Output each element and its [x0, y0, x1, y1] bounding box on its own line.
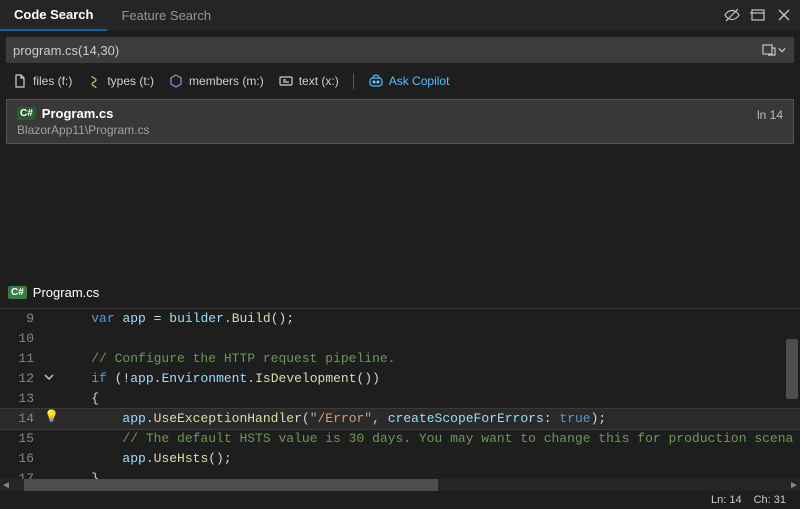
- code-text[interactable]: // The default HSTS value is 30 days. Yo…: [60, 429, 800, 449]
- code-line[interactable]: 12 if (!app.Environment.IsDevelopment()): [0, 369, 800, 389]
- line-number: 15: [0, 429, 44, 449]
- fold-gutter: [44, 389, 60, 409]
- filter-types[interactable]: types (t:): [86, 73, 154, 89]
- fold-gutter: [44, 449, 60, 469]
- result-line-label: ln 14: [757, 106, 783, 122]
- line-number: 12: [0, 369, 44, 389]
- dock-icon[interactable]: [750, 7, 766, 23]
- code-text[interactable]: app.UseExceptionHandler("/Error", create…: [60, 409, 800, 429]
- tab-code-search[interactable]: Code Search: [0, 0, 107, 31]
- lightbulb-icon[interactable]: 💡: [44, 409, 59, 423]
- vertical-scrollbar-thumb[interactable]: [786, 339, 798, 399]
- line-number: 13: [0, 389, 44, 409]
- close-icon[interactable]: [776, 7, 792, 23]
- code-line[interactable]: 9 var app = builder.Build();: [0, 309, 800, 329]
- line-number: 10: [0, 329, 44, 349]
- chevron-down-icon[interactable]: [777, 42, 787, 58]
- horizontal-scrollbar[interactable]: ◄ ►: [0, 479, 800, 491]
- editor-tabbar: C# Program.cs: [0, 276, 800, 308]
- fold-gutter: [44, 349, 60, 369]
- filter-text-label: text (x:): [299, 74, 339, 88]
- editor[interactable]: 9 var app = builder.Build();10 11 // Con…: [0, 308, 800, 481]
- scroll-left-icon[interactable]: ◄: [0, 480, 12, 491]
- preview-off-icon[interactable]: [724, 7, 740, 23]
- horizontal-scrollbar-thumb[interactable]: [24, 479, 438, 491]
- line-number: 9: [0, 309, 44, 329]
- code-text[interactable]: [60, 329, 800, 349]
- tab-feature-search[interactable]: Feature Search: [107, 1, 225, 30]
- code-text[interactable]: if (!app.Environment.IsDevelopment()): [60, 369, 800, 389]
- code-line[interactable]: 10: [0, 329, 800, 349]
- separator: [353, 73, 354, 89]
- result-path: BlazorApp11\Program.cs: [17, 123, 757, 137]
- status-col[interactable]: Ch: 31: [754, 494, 786, 506]
- editor-tab[interactable]: C# Program.cs: [8, 285, 99, 300]
- code-text[interactable]: {: [60, 389, 800, 409]
- line-number: 14: [0, 409, 44, 429]
- line-number: 11: [0, 349, 44, 369]
- code-line[interactable]: 15 // The default HSTS value is 30 days.…: [0, 429, 800, 449]
- code-text[interactable]: // Configure the HTTP request pipeline.: [60, 349, 800, 369]
- search-result[interactable]: C# Program.cs BlazorApp11\Program.cs ln …: [6, 99, 794, 144]
- code-line[interactable]: 14 app.UseExceptionHandler("/Error", cre…: [0, 409, 800, 429]
- titlebar: Code Search Feature Search: [0, 0, 800, 31]
- filter-members-label: members (m:): [189, 74, 264, 88]
- filter-members[interactable]: members (m:): [168, 73, 264, 89]
- ask-copilot[interactable]: Ask Copilot: [368, 73, 450, 89]
- code-line[interactable]: 16 app.UseHsts();: [0, 449, 800, 469]
- status-line[interactable]: Ln: 14: [711, 494, 742, 506]
- editor-tab-label: Program.cs: [33, 285, 99, 300]
- ask-copilot-label: Ask Copilot: [389, 74, 450, 88]
- scroll-right-icon[interactable]: ►: [788, 480, 800, 491]
- filter-bar: files (f:) types (t:) members (m:) text …: [0, 67, 800, 97]
- search-dropdown-icon[interactable]: [761, 42, 777, 58]
- line-number: 16: [0, 449, 44, 469]
- code-text[interactable]: var app = builder.Build();: [60, 309, 800, 329]
- filter-types-label: types (t:): [107, 74, 154, 88]
- filter-files[interactable]: files (f:): [12, 73, 72, 89]
- status-bar: Ln: 14 Ch: 31: [0, 491, 800, 509]
- csharp-icon: C#: [8, 286, 27, 299]
- fold-gutter[interactable]: [44, 369, 60, 389]
- search-input[interactable]: [13, 43, 761, 58]
- fold-gutter: [44, 309, 60, 329]
- code-line[interactable]: 11 // Configure the HTTP request pipelin…: [0, 349, 800, 369]
- filter-files-label: files (f:): [33, 74, 72, 88]
- fold-gutter: [44, 429, 60, 449]
- code-line[interactable]: 13 {: [0, 389, 800, 409]
- search-input-container: [6, 37, 794, 63]
- code-text[interactable]: app.UseHsts();: [60, 449, 800, 469]
- fold-gutter: [44, 329, 60, 349]
- filter-text[interactable]: text (x:): [278, 73, 339, 89]
- result-filename: Program.cs: [42, 106, 114, 121]
- csharp-icon: C#: [17, 107, 36, 120]
